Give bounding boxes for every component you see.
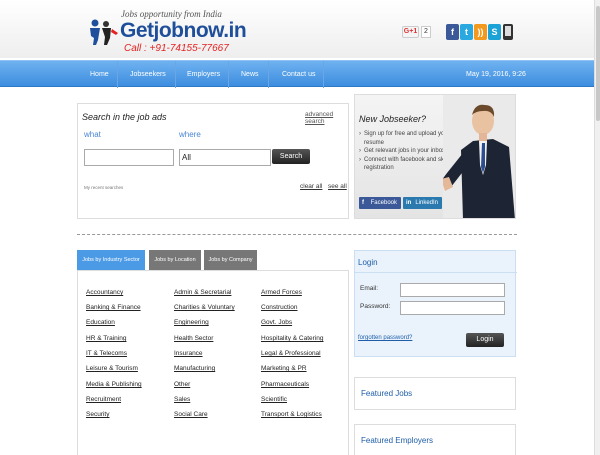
phone-number: Call : +91-74155-77667 — [124, 43, 229, 54]
nav-jobseekers[interactable]: Jobseekers — [118, 61, 178, 88]
featured-jobs-panel: Featured Jobs — [354, 377, 516, 410]
featured-employers-title[interactable]: Featured Employers — [361, 436, 433, 445]
twitter-icon[interactable]: t — [460, 24, 473, 40]
what-input[interactable] — [84, 149, 174, 166]
google-plus-count: 2 — [421, 26, 431, 38]
category-link[interactable]: Insurance — [174, 350, 203, 357]
businessman-image — [443, 95, 515, 218]
facebook-icon[interactable]: f — [446, 24, 459, 40]
password-label: Password: — [360, 303, 391, 310]
category-link[interactable]: Sales — [174, 396, 190, 403]
industry-sector-list: Accountancy Admin & Secretarial Armed Fo… — [77, 270, 349, 455]
tab-location[interactable]: Jobs by Location — [149, 250, 201, 270]
forgot-password-link[interactable]: forgotten password? — [358, 335, 412, 341]
recent-searches-label: My recent searches — [84, 185, 124, 190]
clear-all-link[interactable]: clear all — [300, 183, 322, 190]
category-link[interactable]: Transport & Logistics — [261, 411, 322, 418]
see-all-link[interactable]: see all — [328, 183, 347, 190]
category-link[interactable]: Media & Publishing — [86, 381, 142, 388]
scrollbar-thumb[interactable] — [596, 6, 600, 121]
category-link[interactable]: HR & Training — [86, 335, 126, 342]
current-datetime: May 19, 2016, 9:26 — [466, 71, 526, 78]
category-link[interactable]: Engineering — [174, 319, 209, 326]
logo-tagline: Jobs opportunity from India — [121, 9, 222, 19]
mobile-icon[interactable] — [503, 24, 513, 40]
category-link[interactable]: Admin & Secretarial — [174, 289, 231, 296]
category-link[interactable]: Scientific — [261, 396, 287, 403]
category-link[interactable]: Armed Forces — [261, 289, 302, 296]
tab-industry-sector[interactable]: Jobs by Industry Sector — [77, 250, 145, 270]
what-label: what — [84, 130, 101, 139]
search-title: Search in the job ads — [82, 112, 167, 122]
new-jobseeker-panel: New Jobseeker? Sign up for free and uplo… — [354, 94, 516, 219]
category-link[interactable]: Pharmaceuticals — [261, 381, 309, 388]
nav-home[interactable]: Home — [78, 61, 121, 88]
login-divider — [355, 272, 517, 273]
category-link[interactable]: Manufacturing — [174, 365, 215, 372]
category-link[interactable]: Marketing & PR — [261, 365, 307, 372]
category-link[interactable]: Hospitality & Catering — [261, 335, 324, 342]
facebook-icon: f — [362, 200, 364, 206]
nav-employers[interactable]: Employers — [175, 61, 232, 88]
skype-icon[interactable]: S — [488, 24, 501, 40]
category-link[interactable]: Accountancy — [86, 289, 123, 296]
category-link[interactable]: IT & Telecoms — [86, 350, 127, 357]
category-link[interactable]: Health Sector — [174, 335, 213, 342]
facebook-connect-button[interactable]: f Facebook — [359, 197, 401, 209]
nav-news[interactable]: News — [229, 61, 271, 88]
tab-company[interactable]: Jobs by Company — [204, 250, 257, 270]
category-link[interactable]: Security — [86, 411, 109, 418]
category-link[interactable]: Charities & Voluntary — [174, 304, 235, 311]
job-search-panel: Search in the job ads advanced search wh… — [77, 103, 349, 219]
featured-employers-panel: Featured Employers — [354, 424, 516, 455]
category-link[interactable]: Education — [86, 319, 115, 326]
search-button[interactable]: Search — [272, 149, 310, 164]
nav-divider — [323, 61, 324, 88]
rss-icon[interactable]: )) — [474, 24, 487, 40]
page-scrollbar[interactable] — [594, 0, 600, 455]
main-nav: Home Jobseekers Employers News Contact u… — [0, 60, 594, 88]
facebook-button-label: Facebook — [370, 200, 397, 206]
category-link[interactable]: Govt. Jobs — [261, 319, 292, 326]
mobile-screen — [505, 26, 511, 36]
category-link[interactable]: Social Care — [174, 411, 208, 418]
nav-contact[interactable]: Contact us — [270, 61, 327, 88]
linkedin-connect-button[interactable]: in LinkedIn — [403, 197, 442, 209]
where-label: where — [179, 130, 201, 139]
section-divider — [77, 234, 517, 235]
category-link[interactable]: Banking & Finance — [86, 304, 141, 311]
category-link[interactable]: Leisure & Tourism — [86, 365, 138, 372]
password-field[interactable] — [400, 301, 505, 315]
site-header: Jobs opportunity from India Getjobnow.in… — [0, 0, 600, 58]
nav-divider — [268, 61, 269, 88]
email-label: Email: — [360, 285, 379, 292]
featured-jobs-title[interactable]: Featured Jobs — [361, 389, 412, 398]
email-field[interactable] — [400, 283, 505, 297]
category-link[interactable]: Other — [174, 381, 190, 388]
logo-people-icon[interactable] — [86, 18, 120, 46]
linkedin-icon: in — [406, 200, 412, 206]
logo-text[interactable]: Getjobnow.in — [120, 19, 247, 43]
category-link[interactable]: Legal & Professional — [261, 350, 321, 357]
new-jobseeker-title: New Jobseeker? — [359, 114, 427, 124]
where-input[interactable]: All — [179, 149, 271, 166]
login-panel: Login Email: Password: forgotten passwor… — [354, 250, 517, 357]
google-plus-button[interactable]: G+1 — [402, 26, 419, 38]
linkedin-button-label: LinkedIn — [415, 200, 438, 206]
category-link[interactable]: Recruitment — [86, 396, 121, 403]
category-link[interactable]: Construction — [261, 304, 298, 311]
advanced-search-link[interactable]: advanced search — [305, 111, 348, 125]
login-title: Login — [358, 258, 378, 267]
login-button[interactable]: Login — [466, 333, 504, 347]
